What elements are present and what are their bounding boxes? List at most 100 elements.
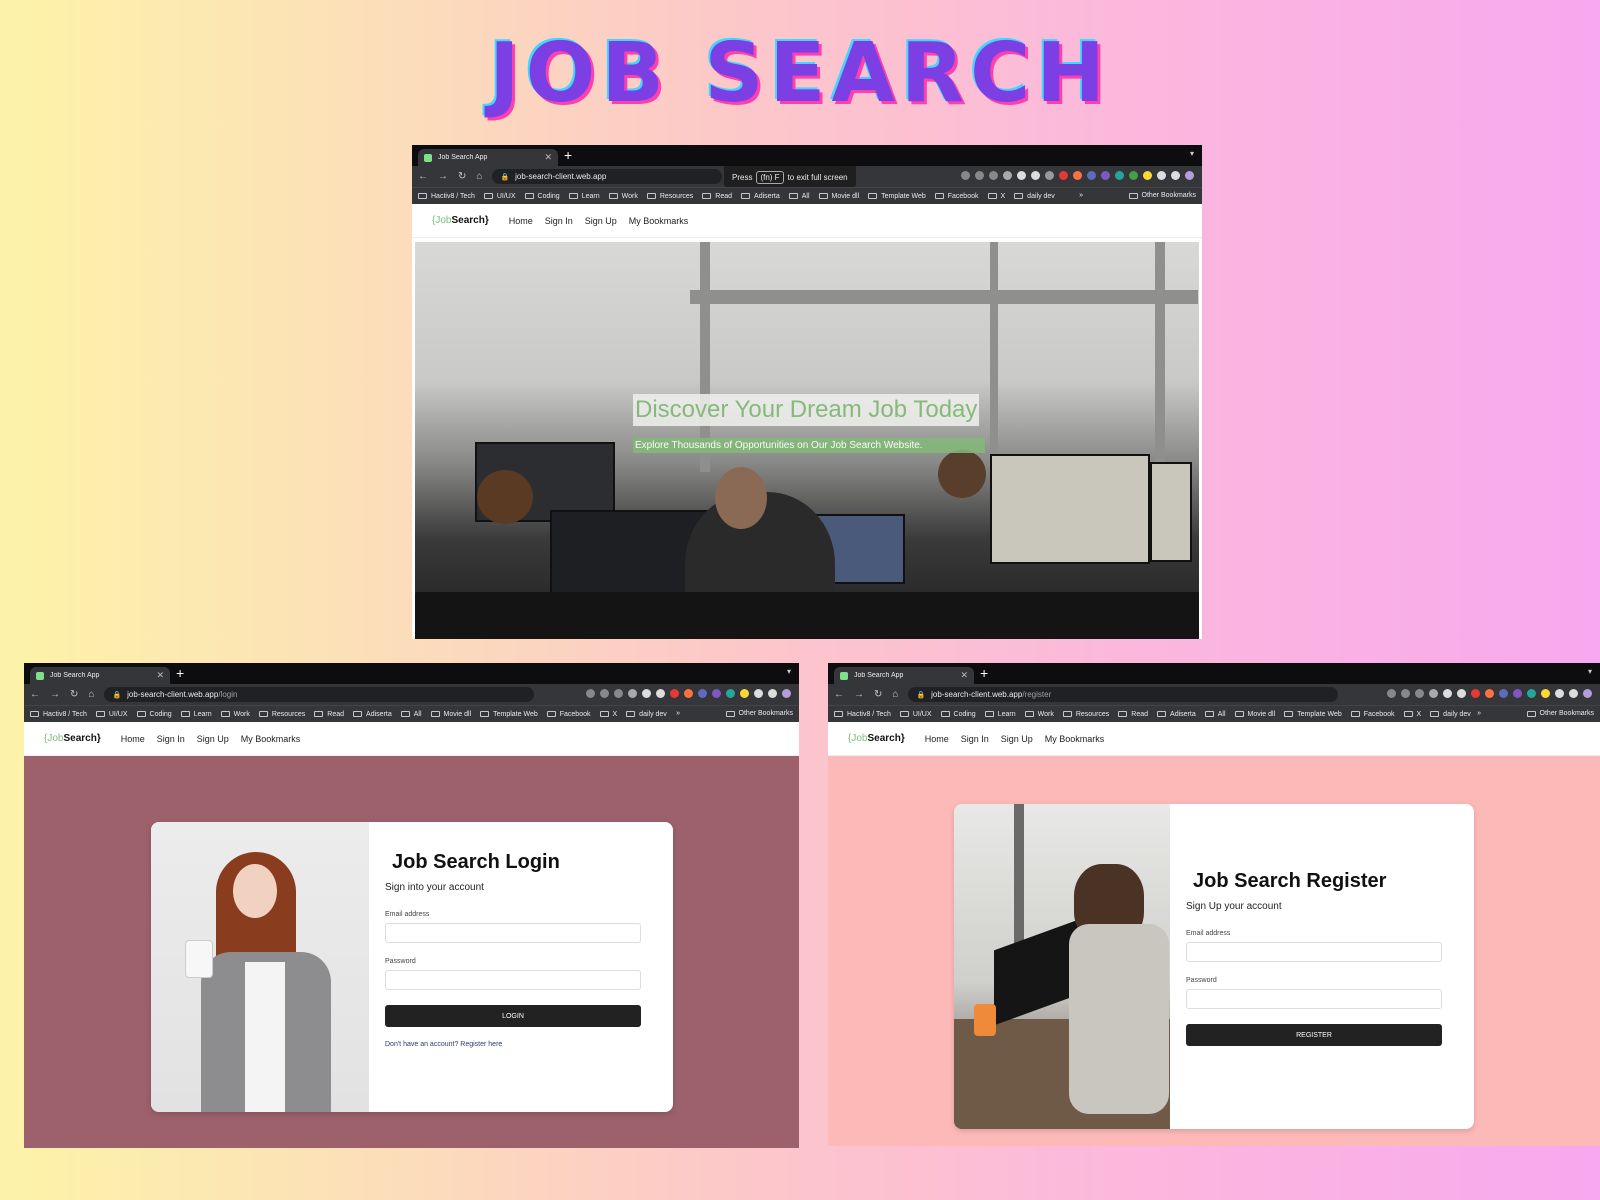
extension-icon[interactable] [1429,689,1438,698]
login-button[interactable]: LOGIN [385,1005,641,1027]
share-icon[interactable] [1401,689,1410,698]
star-icon[interactable] [989,171,998,180]
share-icon[interactable] [600,689,609,698]
extension-icon[interactable] [1073,171,1082,180]
bookmark-item[interactable]: Adiserta [741,193,780,200]
new-tab-button[interactable]: + [564,147,572,163]
tab-search-chevron-icon[interactable]: ▾ [1588,667,1592,676]
bookmark-item[interactable]: Coding [940,711,976,718]
extension-icon[interactable] [1485,689,1494,698]
extension-icon[interactable] [1031,171,1040,180]
extension-icon[interactable] [1541,689,1550,698]
forward-icon[interactable]: → [438,171,448,182]
nav-link-my-bookmarks[interactable]: My Bookmarks [629,216,689,226]
nav-link-sign-in[interactable]: Sign In [545,216,573,226]
extension-icon[interactable] [628,689,637,698]
bookmark-item[interactable]: Adiserta [1157,711,1196,718]
tab-search-chevron-icon[interactable]: ▾ [787,667,791,676]
bookmark-item[interactable]: Template Web [868,193,926,200]
sidepanel-icon[interactable] [1569,689,1578,698]
bookmark-item[interactable]: Movie dll [818,193,859,200]
back-icon[interactable]: ← [418,171,428,182]
extension-icon[interactable] [712,689,721,698]
extension-icon[interactable] [1143,171,1152,180]
forward-icon[interactable]: → [50,689,60,700]
site-logo[interactable]: {JobSearch} [848,733,905,744]
bookmark-item[interactable]: Template Web [1284,711,1342,718]
bookmark-item[interactable]: Movie dll [1234,711,1275,718]
bookmark-item[interactable]: Coding [524,193,560,200]
bookmark-item[interactable]: Read [1118,711,1148,718]
register-button[interactable]: REGISTER [1186,1024,1442,1046]
register-link[interactable]: Don't have an account? Register here [385,1041,650,1048]
sidepanel-icon[interactable] [1171,171,1180,180]
bookmark-item[interactable]: UI/UX [483,193,516,200]
bookmark-item[interactable]: Coding [136,711,172,718]
reload-icon[interactable]: ↻ [874,689,882,700]
bookmark-item[interactable]: daily dev [1014,193,1055,200]
other-bookmarks[interactable]: Other Bookmarks [1128,192,1196,199]
bookmark-item[interactable]: X [987,193,1005,200]
profile-icon[interactable] [782,689,791,698]
extension-icon[interactable] [1087,171,1096,180]
extension-icon[interactable] [1129,171,1138,180]
bookmark-item[interactable]: Facebook [546,711,591,718]
other-bookmarks[interactable]: Other Bookmarks [725,710,793,717]
address-bar[interactable]: 🔒 job-search-client.web.app [492,169,723,184]
zoom-icon[interactable] [1387,689,1396,698]
close-tab-icon[interactable]: ✕ [156,670,164,681]
sidepanel-icon[interactable] [768,689,777,698]
forward-icon[interactable]: → [854,689,864,700]
nav-link-home[interactable]: Home [925,734,949,744]
extension-icon[interactable] [1059,171,1068,180]
extension-icon[interactable] [684,689,693,698]
nav-link-my-bookmarks[interactable]: My Bookmarks [241,734,301,744]
extension-icon[interactable] [1045,171,1054,180]
extension-icon[interactable] [1527,689,1536,698]
reload-icon[interactable]: ↻ [70,689,78,700]
bookmark-item[interactable]: Learn [984,711,1016,718]
tab-search-chevron-icon[interactable]: ▾ [1190,149,1194,158]
email-input[interactable] [385,923,641,943]
extension-icon[interactable] [670,689,679,698]
extension-icon[interactable] [1101,171,1110,180]
extension-icon[interactable] [656,689,665,698]
bookmark-item[interactable]: Template Web [480,711,538,718]
extension-icon[interactable] [1115,171,1124,180]
extension-icon[interactable] [740,689,749,698]
nav-link-sign-in[interactable]: Sign In [961,734,989,744]
nav-link-sign-up[interactable]: Sign Up [585,216,617,226]
bookmark-item[interactable]: All [1204,711,1226,718]
nav-link-sign-in[interactable]: Sign In [157,734,185,744]
puzzle-icon[interactable] [1157,171,1166,180]
site-logo[interactable]: {JobSearch} [432,215,489,226]
bookmark-item[interactable]: Hactiv8 / Tech [418,193,475,200]
password-input[interactable] [385,970,641,990]
bookmark-item[interactable]: Resources [1062,711,1109,718]
new-tab-button[interactable]: + [980,665,988,681]
address-bar[interactable]: 🔒 job-search-client.web.app/login [104,687,535,702]
password-input[interactable] [1186,989,1442,1009]
extension-icon[interactable] [726,689,735,698]
bookmark-item[interactable]: Hactiv8 / Tech [30,711,87,718]
share-icon[interactable] [975,171,984,180]
close-tab-icon[interactable]: ✕ [960,670,968,681]
extension-icon[interactable] [1017,171,1026,180]
nav-link-home[interactable]: Home [509,216,533,226]
nav-link-sign-up[interactable]: Sign Up [1001,734,1033,744]
bookmark-item[interactable]: Learn [568,193,600,200]
bookmark-item[interactable]: Facebook [934,193,979,200]
bookmark-item[interactable]: Facebook [1350,711,1395,718]
bookmark-item[interactable]: Resources [258,711,305,718]
profile-icon[interactable] [1583,689,1592,698]
extension-icon[interactable] [1443,689,1452,698]
bookmark-item[interactable]: Read [702,193,732,200]
star-icon[interactable] [614,689,623,698]
home-icon[interactable]: ⌂ [892,689,898,700]
bookmark-item[interactable]: Work [608,193,638,200]
zoom-icon[interactable] [961,171,970,180]
bookmark-item[interactable]: Resources [646,193,693,200]
home-icon[interactable]: ⌂ [476,171,482,182]
site-logo[interactable]: {JobSearch} [44,733,101,744]
bookmarks-overflow-button[interactable]: » [1079,192,1083,199]
